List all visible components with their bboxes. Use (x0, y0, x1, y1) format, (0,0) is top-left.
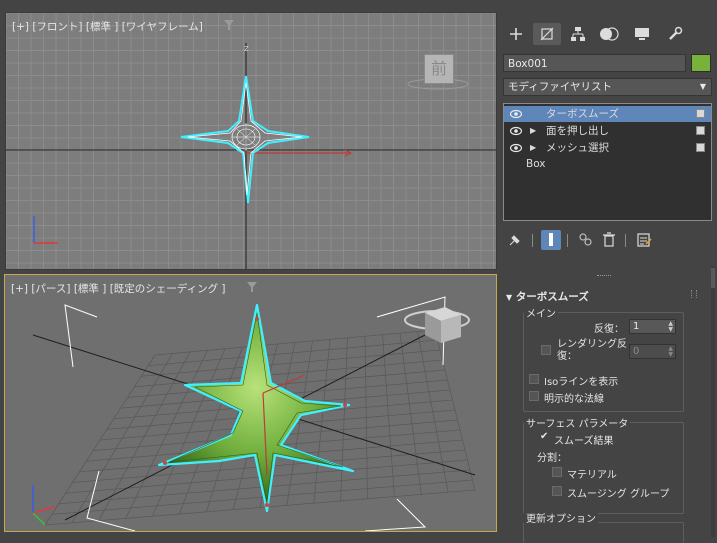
stack-item-toggle[interactable] (696, 143, 705, 152)
modifier-list-label: モディファイヤリスト (508, 81, 612, 93)
tab-utilities[interactable] (661, 23, 689, 45)
render-iterations-value: 0 (633, 346, 640, 357)
expand-arrow-icon[interactable]: ▶ (530, 123, 536, 139)
z-axis-label: Z (244, 45, 249, 53)
rollout-scrollbar[interactable] (711, 266, 715, 537)
spinner-arrows-icon[interactable]: ▲ ▼ (668, 321, 673, 333)
make-unique-button[interactable] (576, 230, 596, 250)
filter-icon[interactable] (247, 282, 257, 292)
eye-icon[interactable] (510, 143, 522, 153)
stack-item-extrude-face[interactable]: ▶ 面を押し出し (504, 123, 711, 139)
stack-item-label: 面を押し出し (546, 125, 609, 137)
perspective-viewport-label[interactable]: [+] [パース] [標準 ] [既定のシェーディング ] (11, 281, 226, 296)
chevron-down-icon: ▼ (699, 82, 706, 91)
modifier-stack[interactable]: ターボスムーズ ▶ 面を押し出し ▶ メッシュ選択 Box (503, 103, 712, 221)
turbosmooth-title: ターボスムーズ (515, 291, 589, 303)
eye-icon[interactable] (510, 126, 522, 136)
motion-icon (600, 27, 619, 41)
smoothing-groups-label: スムージング グループ (567, 489, 670, 500)
show-end-result-button[interactable] (541, 230, 561, 250)
stack-item-label: ターボスムーズ (546, 108, 619, 120)
modifier-list-dropdown[interactable]: モディファイヤリスト ▼ (503, 78, 712, 96)
stack-item-toggle[interactable] (696, 109, 705, 118)
configure-sets-button[interactable] (634, 230, 654, 250)
front-star-mesh (180, 75, 310, 204)
tab-create[interactable] (502, 23, 530, 45)
tab-hierarchy[interactable] (564, 23, 592, 45)
iterations-spinner[interactable]: 1 ▲ ▼ (629, 319, 676, 334)
render-iter-line-1: レンダリング反 (557, 339, 627, 350)
stack-item-label: メッシュ選択 (546, 142, 609, 154)
end-result-icon (549, 233, 553, 246)
surface-params-title: サーフェス パラメータ (524, 415, 631, 430)
turbosmooth-rollout-header[interactable]: ▼ ターボスムーズ (506, 289, 589, 304)
rollout-scrollbar-thumb[interactable] (711, 268, 715, 288)
remove-modifier-button[interactable] (599, 230, 619, 250)
display-icon (635, 28, 649, 40)
front-viewport[interactable]: [+] [フロント] [標準 ] [ワイヤフレーム] Z 前 (5, 12, 497, 270)
panel-splitter[interactable] (597, 275, 611, 279)
render-iterations-spinner[interactable]: 0 ▲ ▼ (629, 344, 676, 359)
main-group-title: メイン (524, 305, 558, 320)
command-panel-tabs (500, 20, 717, 48)
smooth-result-checkbox[interactable]: ✔ (540, 432, 550, 442)
pin-icon (509, 235, 520, 246)
tab-motion[interactable] (595, 23, 623, 45)
object-name-field[interactable]: Box001 (503, 54, 686, 72)
iterations-label: 反復： (594, 324, 624, 335)
stack-toolbar (500, 228, 717, 252)
hierarchy-icon (571, 27, 585, 41)
filter-icon[interactable] (224, 20, 234, 30)
materials-checkbox[interactable] (552, 467, 562, 477)
expand-arrow-icon[interactable]: ▶ (530, 140, 536, 156)
update-options-title: 更新オプション (524, 510, 598, 525)
smooth-result-label: スムーズ結果 (554, 436, 614, 447)
stack-item-toggle[interactable] (696, 126, 705, 135)
smoothing-groups-checkbox[interactable] (552, 486, 562, 496)
stack-item-mesh-select[interactable]: ▶ メッシュ選択 (504, 140, 711, 156)
pin-stack-button[interactable] (505, 230, 525, 250)
perspective-viewport[interactable]: [+] [パース] [標準 ] [既定のシェーディング ] (4, 274, 497, 532)
isoline-checkbox[interactable] (529, 374, 539, 384)
make-unique-icon (579, 233, 592, 246)
render-iterations-checkbox[interactable] (541, 345, 551, 355)
explicit-normals-label: 明示的な法線 (544, 394, 604, 405)
tab-display[interactable] (628, 23, 656, 45)
modify-icon (540, 27, 554, 41)
render-iter-line-2: 復： (557, 351, 577, 362)
rollout-grip[interactable] (691, 290, 697, 298)
collapse-arrow-icon: ▼ (506, 293, 513, 302)
trash-icon (603, 232, 615, 247)
stack-item-turbosmooth[interactable]: ターボスムーズ (504, 106, 711, 122)
stack-item-base-object[interactable]: Box (526, 158, 546, 170)
command-panel: Box001 モディファイヤリスト ▼ ターボスムーズ ▶ 面を押し出し ▶ メ… (500, 16, 717, 543)
render-iterations-label: レンダリング反 復： (557, 339, 627, 363)
viewcube[interactable] (401, 297, 473, 347)
spinner-arrows-icon[interactable]: ▲ ▼ (668, 346, 673, 358)
utilities-wrench-icon (669, 26, 683, 40)
tab-modify[interactable] (533, 23, 561, 45)
create-plus-icon (510, 28, 522, 40)
object-color-swatch[interactable] (691, 54, 711, 72)
update-options-group (523, 522, 684, 543)
front-grid (6, 13, 496, 269)
perspective-star-mesh (157, 303, 355, 513)
front-viewport-label[interactable]: [+] [フロント] [標準 ] [ワイヤフレーム] (12, 19, 203, 34)
eye-icon[interactable] (510, 109, 522, 119)
isoline-label: Isoラインを表示 (544, 377, 619, 388)
separate-label: 分割： (537, 453, 567, 464)
materials-label: マテリアル (567, 470, 617, 481)
explicit-normals-checkbox[interactable] (529, 391, 539, 401)
iterations-value: 1 (633, 321, 640, 332)
viewcube[interactable]: 前 (424, 54, 454, 84)
configure-icon (637, 233, 652, 247)
